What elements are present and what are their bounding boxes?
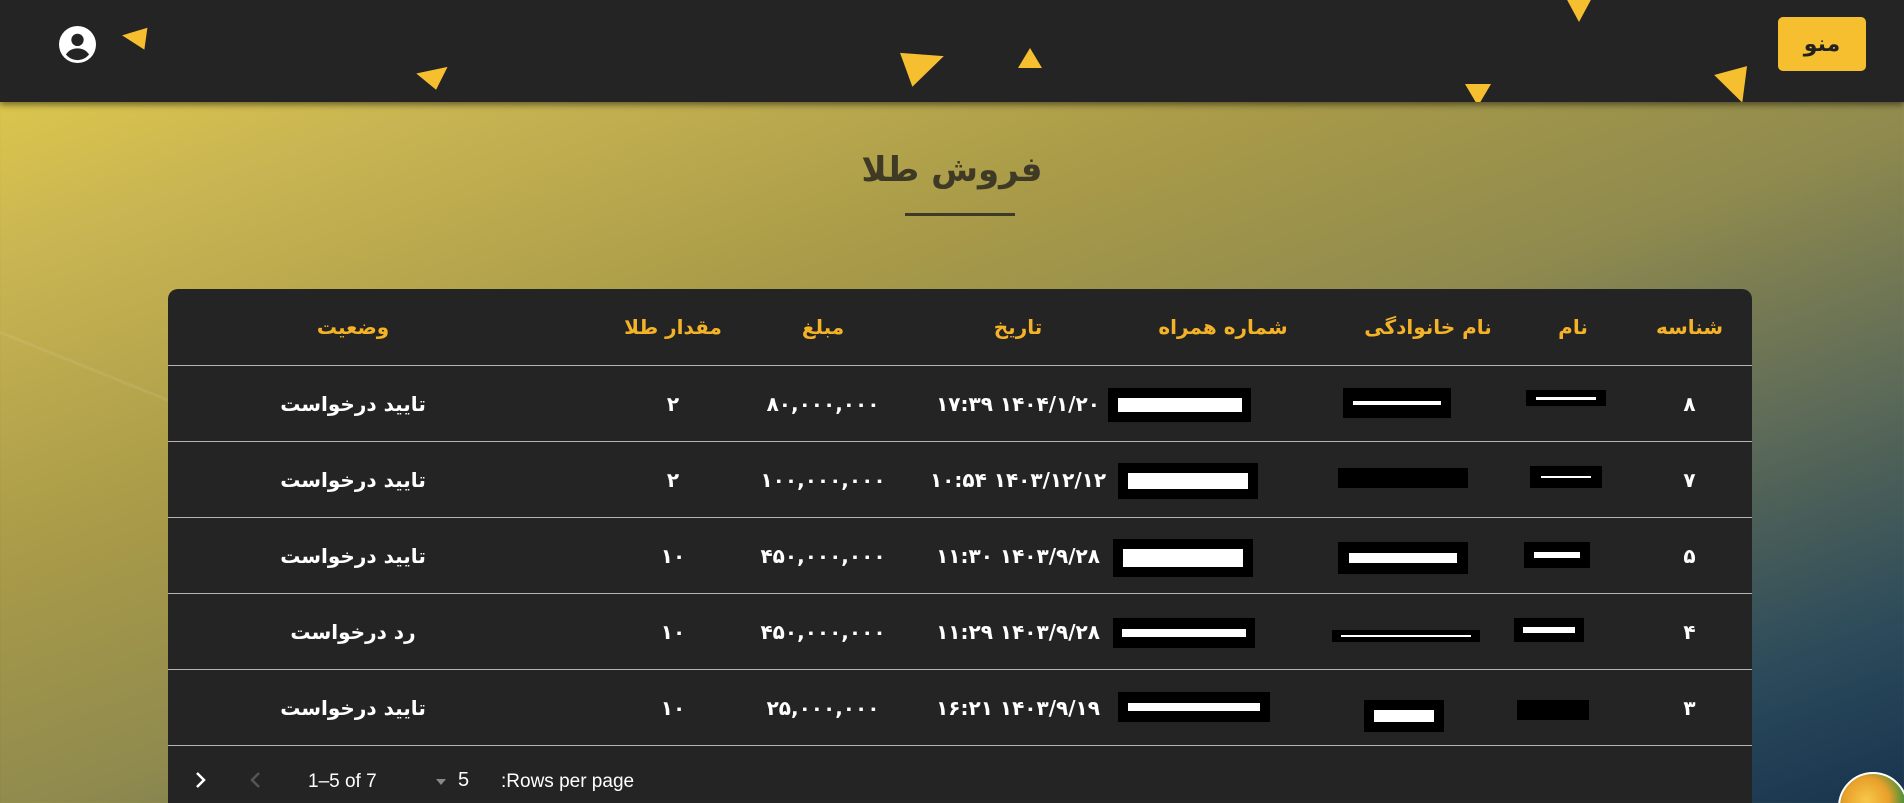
redacted-phone [1108, 388, 1251, 422]
redacted-phone [1118, 463, 1258, 499]
decor-triangle [1714, 66, 1756, 102]
menu-button[interactable]: منو [1778, 17, 1866, 71]
table-row[interactable]: ۳ ۱۴۰۳/۹/۱۹ ۱۶:۲۱ ۲۵,۰۰۰,۰۰۰ ۱۰ تایید در… [168, 670, 1752, 746]
redacted-name [1530, 466, 1602, 488]
decor-triangle [1565, 0, 1593, 22]
cell-date: ۱۴۰۳/۹/۱۹ ۱۶:۲۱ [936, 695, 1100, 720]
decor-triangle [1465, 84, 1491, 102]
column-header-date[interactable]: تاریخ [928, 289, 1108, 365]
page-title: فروش طلا [861, 150, 1043, 190]
rows-per-page-label: :Rows per page [501, 771, 635, 792]
cell-gold-amount: ۱۰ [660, 695, 686, 720]
table-row[interactable]: ۵ ۱۴۰۳/۹/۲۸ ۱۱:۳۰ ۴۵۰,۰۰۰,۰۰۰ ۱۰ تایید د… [168, 518, 1752, 594]
redacted-family [1343, 388, 1451, 418]
top-navbar: منو [0, 0, 1904, 102]
redacted-family [1338, 468, 1468, 488]
chevron-right-icon [196, 772, 206, 788]
redacted-name [1526, 390, 1606, 406]
column-header-gold[interactable]: مقدار طلا [573, 289, 773, 365]
cell-id: ۵ [1683, 543, 1696, 568]
pagination-range: 1–5 of 7 [308, 771, 377, 792]
dropdown-caret-icon[interactable] [436, 779, 446, 785]
cell-gold-amount: ۱۰ [660, 543, 686, 568]
decor-triangle [416, 66, 452, 94]
corner-logo [1838, 772, 1904, 803]
cell-id: ۷ [1683, 467, 1696, 492]
table-row[interactable]: ۷ ۱۴۰۳/۱۲/۱۲ ۱۰:۵۴ ۱۰۰,۰۰۰,۰۰۰ ۲ تایید د… [168, 442, 1752, 518]
redacted-phone [1113, 618, 1255, 648]
decor-triangle [120, 24, 148, 50]
cell-id: ۳ [1683, 695, 1696, 720]
cell-date: ۱۴۰۴/۱/۲۰ ۱۷:۳۹ [936, 391, 1100, 416]
account-circle-icon[interactable] [59, 26, 96, 63]
column-header-name[interactable]: نام [1518, 289, 1628, 365]
cell-status: تایید درخواست [280, 543, 426, 568]
cell-id: ۴ [1683, 619, 1696, 644]
cell-status: تایید درخواست [280, 467, 426, 492]
table-pagination: :Rows per page 5 1–5 of 7 [168, 749, 1752, 803]
column-header-status[interactable]: وضعیت [223, 289, 483, 365]
cell-date: ۱۴۰۳/۹/۲۸ ۱۱:۲۹ [936, 619, 1100, 644]
redacted-family [1338, 542, 1468, 574]
cell-gold-amount: ۲ [666, 391, 680, 416]
cell-date: ۱۴۰۳/۹/۲۸ ۱۱:۳۰ [936, 543, 1100, 568]
redacted-phone [1113, 539, 1253, 577]
column-header-family[interactable]: نام خانوادگی [1338, 289, 1518, 365]
table-row[interactable]: ۸ ۱۴۰۴/۱/۲۰ ۱۷:۳۹ ۸۰,۰۰۰,۰۰۰ ۲ تایید درخ… [168, 366, 1752, 442]
redacted-name [1517, 700, 1589, 720]
redacted-name [1514, 618, 1584, 642]
decor-triangle [1018, 48, 1042, 68]
cell-gold-amount: ۲ [666, 467, 680, 492]
redacted-family [1332, 630, 1480, 642]
chevron-left-icon [250, 772, 260, 788]
table-row[interactable]: ۴ ۱۴۰۳/۹/۲۸ ۱۱:۲۹ ۴۵۰,۰۰۰,۰۰۰ ۱۰ رد درخو… [168, 594, 1752, 670]
rows-per-page-select[interactable]: 5 [458, 769, 469, 792]
next-page-button[interactable] [188, 765, 214, 795]
decor-triangle [900, 39, 950, 87]
redacted-phone [1118, 692, 1270, 722]
cell-status: تایید درخواست [280, 695, 426, 720]
title-underline [905, 213, 1015, 216]
cell-id: ۸ [1683, 391, 1696, 416]
column-header-id[interactable]: شناسه [1627, 289, 1752, 365]
cell-status: رد درخواست [290, 619, 416, 644]
column-header-phone[interactable]: شماره همراه [1108, 289, 1338, 365]
cell-status: تایید درخواست [280, 391, 426, 416]
table-header-row: شناسه نام نام خانوادگی شماره همراه تاریخ… [168, 289, 1752, 366]
sales-table: شناسه نام نام خانوادگی شماره همراه تاریخ… [168, 289, 1752, 803]
redacted-name [1524, 542, 1590, 568]
previous-page-button[interactable] [244, 765, 270, 795]
redacted-family [1364, 700, 1444, 732]
cell-gold-amount: ۱۰ [660, 619, 686, 644]
cell-date: ۱۴۰۳/۱۲/۱۲ ۱۰:۵۴ [929, 467, 1107, 492]
